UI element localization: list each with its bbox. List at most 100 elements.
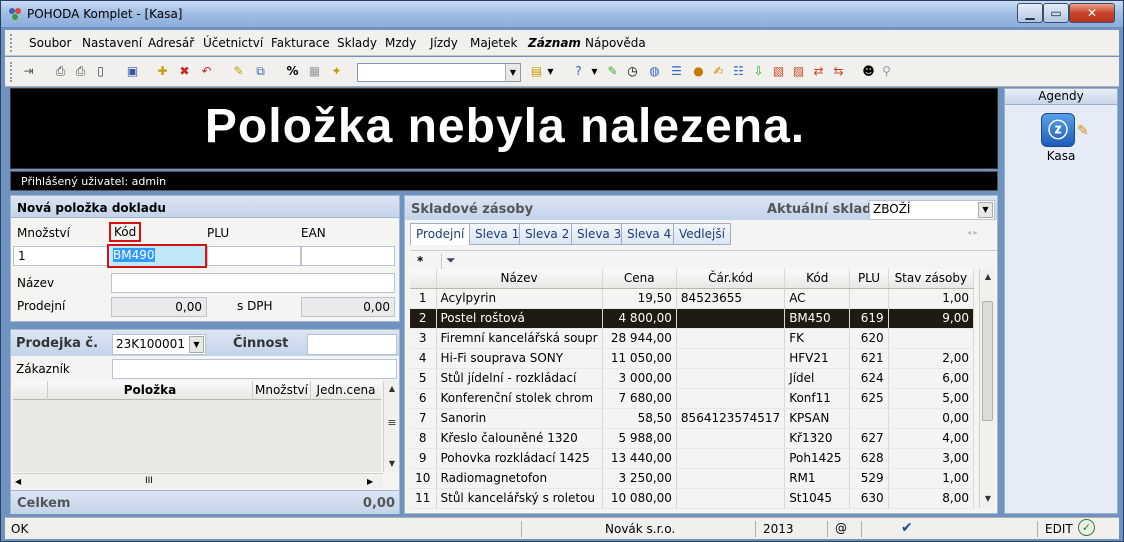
save-icon[interactable]: ▣ (125, 64, 140, 79)
delete-record-icon[interactable]: ✖ (177, 64, 192, 79)
asterisk-icon[interactable]: * (417, 254, 423, 268)
transfer-icon[interactable]: ⇄ (811, 64, 826, 79)
export-icon[interactable]: ▧ (771, 64, 786, 79)
hscroll-thumb[interactable]: III (145, 474, 153, 489)
edit-icon[interactable]: ✎ (231, 64, 246, 79)
new-record-icon[interactable]: ✚ (155, 64, 170, 79)
col-mnozstvi[interactable]: Množství (253, 381, 311, 400)
warehouse-combo[interactable]: ZBOŽÍ ▼ (869, 200, 995, 220)
col-stav[interactable]: Stav zásoby (888, 269, 975, 289)
stock-row[interactable]: 5 Stůl jídelní - rozkládací 3 000,00 Jídel 6… (410, 368, 975, 389)
undo-icon[interactable]: ↶ (199, 64, 214, 79)
menu-napoveda[interactable]: Nápověda (585, 36, 646, 50)
menu-soubor[interactable]: Soubor (29, 36, 71, 50)
tab-sleva-4[interactable]: Sleva 4 (621, 223, 678, 245)
menu-mzdy[interactable]: Mzdy (385, 36, 416, 50)
receipt-grid-body[interactable] (13, 400, 381, 472)
sync-icon[interactable]: ⇆ (831, 64, 846, 79)
scroll-up-icon[interactable]: ▲ (384, 381, 400, 397)
plu-field[interactable] (207, 246, 301, 266)
menu-sklady[interactable]: Sklady (337, 36, 377, 50)
stock-row[interactable]: 7 Sanorin 58,50 8564123574517 KPSAN 0,00 (410, 408, 975, 429)
stock-row[interactable]: 2 Postel roštová 4 800,00 BM450 619 9,00 (410, 308, 975, 329)
col-polozka[interactable]: Položka (47, 381, 253, 400)
tree-icon[interactable]: ☰ (669, 64, 684, 79)
tab-sleva-1[interactable]: Sleva 1 (469, 223, 526, 245)
kasa-icon[interactable]: ⓩ (1041, 113, 1075, 147)
col-nazev[interactable]: Název (436, 269, 603, 289)
menu-fakturace[interactable]: Fakturace (271, 36, 330, 50)
receipt-vscroll[interactable]: ▲ ≡ ▼ (383, 381, 399, 472)
filter-icon[interactable]: ▤ (529, 64, 544, 79)
stock-vscroll[interactable]: ▲ ▼ (979, 269, 995, 508)
stock-row[interactable]: 4 Hi-Fi souprava SONY 11 050,00 HFV21 621 2,0… (410, 348, 975, 369)
col-plu[interactable]: PLU (849, 269, 889, 289)
stock-row[interactable]: 9 Pohovka rozkládací 1425 13 440,00 Poh1425… (410, 448, 975, 469)
stock-row[interactable]: 8 Křeslo čalouněné 1320 5 988,00 Kř1320 627 4… (410, 428, 975, 449)
col-carkod[interactable]: Čár.kód (676, 269, 786, 289)
exit-icon[interactable]: ⇥ (21, 64, 36, 79)
copy-icon[interactable]: ⧉ (253, 64, 268, 79)
menu-zaznam[interactable]: Záznam (528, 36, 581, 50)
stock-row[interactable]: 10 Radiomagnetofon 3 250,00 RM1 529 1,00 (410, 468, 975, 489)
menu-ucetnictvi[interactable]: Účetnictví (203, 36, 263, 50)
col-cena[interactable]: Cena (602, 269, 677, 289)
money-bag-icon[interactable]: ● (691, 64, 706, 79)
chevron-down-icon[interactable]: ▼ (189, 336, 204, 353)
menu-adresar[interactable]: Adresář (148, 36, 194, 50)
scroll-left-icon[interactable]: ◀ (15, 474, 21, 489)
col-jedncena[interactable]: Jedn.cena (311, 381, 381, 400)
maximize-button[interactable]: ▭ (1043, 3, 1069, 23)
clock-icon[interactable]: ◷ (625, 64, 640, 79)
scroll-up-icon[interactable]: ▲ (980, 269, 996, 285)
print-preview-icon[interactable]: ⎙ (53, 64, 68, 79)
qty-field[interactable]: 1 (13, 246, 108, 266)
pin-icon[interactable]: ⚲ (879, 64, 894, 79)
minimize-button[interactable]: ▁ (1017, 3, 1043, 23)
print-icon[interactable]: ⎙ (73, 64, 88, 79)
stock-row[interactable]: 11 Stůl kancelářský s roletou 10 080,00 St1… (410, 488, 975, 509)
checkmark-pen-icon[interactable]: ✔ (901, 520, 913, 536)
col-index[interactable] (410, 269, 437, 289)
col-kod[interactable]: Kód (784, 269, 851, 289)
code-field[interactable]: BM490 (107, 244, 207, 268)
scroll-thumb[interactable] (982, 301, 993, 421)
chevron-down-icon[interactable]: ▼ (587, 64, 602, 79)
title-bar[interactable]: POHODA Komplet - [Kasa] ▁ ▭ ✕ (1, 1, 1123, 28)
stock-row[interactable]: 1 Acylpyrin 19,50 84523655 AC 1,00 (410, 288, 975, 309)
menu-jizdy[interactable]: Jízdy (430, 36, 458, 50)
percent-icon[interactable]: % (285, 64, 300, 79)
tab-sleva-3[interactable]: Sleva 3 (571, 223, 628, 245)
preview-icon[interactable]: ▯ (93, 64, 108, 79)
ok-check-icon[interactable]: ✓ (1078, 519, 1095, 536)
globe-icon[interactable]: ◍ (647, 64, 662, 79)
tab-vedlejsi[interactable]: Vedlejší (673, 223, 731, 245)
tab-sleva-2[interactable]: Sleva 2 (519, 223, 576, 245)
close-button[interactable]: ✕ (1069, 3, 1115, 23)
star-icon[interactable]: ✦ (329, 64, 344, 79)
name-field[interactable] (111, 273, 395, 293)
scroll-down-icon[interactable]: ▼ (980, 491, 996, 507)
tab-prodejni[interactable]: Prodejní (410, 223, 471, 245)
menu-majetek[interactable]: Majetek (470, 36, 517, 50)
calculator-icon[interactable]: ▦ (307, 64, 322, 79)
activity-combo[interactable] (307, 334, 397, 355)
scroll-right-icon[interactable]: ▶ (367, 474, 373, 489)
help-icon[interactable]: ? (571, 64, 586, 79)
filter-icon[interactable]: ⏷ (441, 253, 457, 269)
user-icon[interactable]: ☻ (861, 64, 876, 79)
doc-edit-icon[interactable]: ✍ (711, 64, 726, 79)
download-icon[interactable]: ⇩ (751, 64, 766, 79)
toolbar-combo[interactable]: ▼ (357, 63, 521, 82)
receipt-hscroll[interactable]: ◀ III ▶ (13, 473, 383, 488)
agendy-item-kasa[interactable]: Kasa (1005, 149, 1117, 163)
stock-row[interactable]: 3 Firemní kancelářská soupr 28 944,00 FK 620 (410, 328, 975, 349)
chevron-down-icon[interactable]: ▼ (978, 202, 993, 218)
import-icon[interactable]: ▨ (791, 64, 806, 79)
customer-field[interactable] (112, 359, 397, 379)
menu-nastaveni[interactable]: Nastavení (82, 36, 142, 50)
tab-scroll-icon[interactable]: ◂ ▸ (967, 228, 978, 237)
pencil-icon[interactable]: ✎ (605, 64, 620, 79)
list-icon[interactable]: ☷ (731, 64, 746, 79)
chevron-down-icon[interactable]: ▼ (543, 64, 558, 79)
